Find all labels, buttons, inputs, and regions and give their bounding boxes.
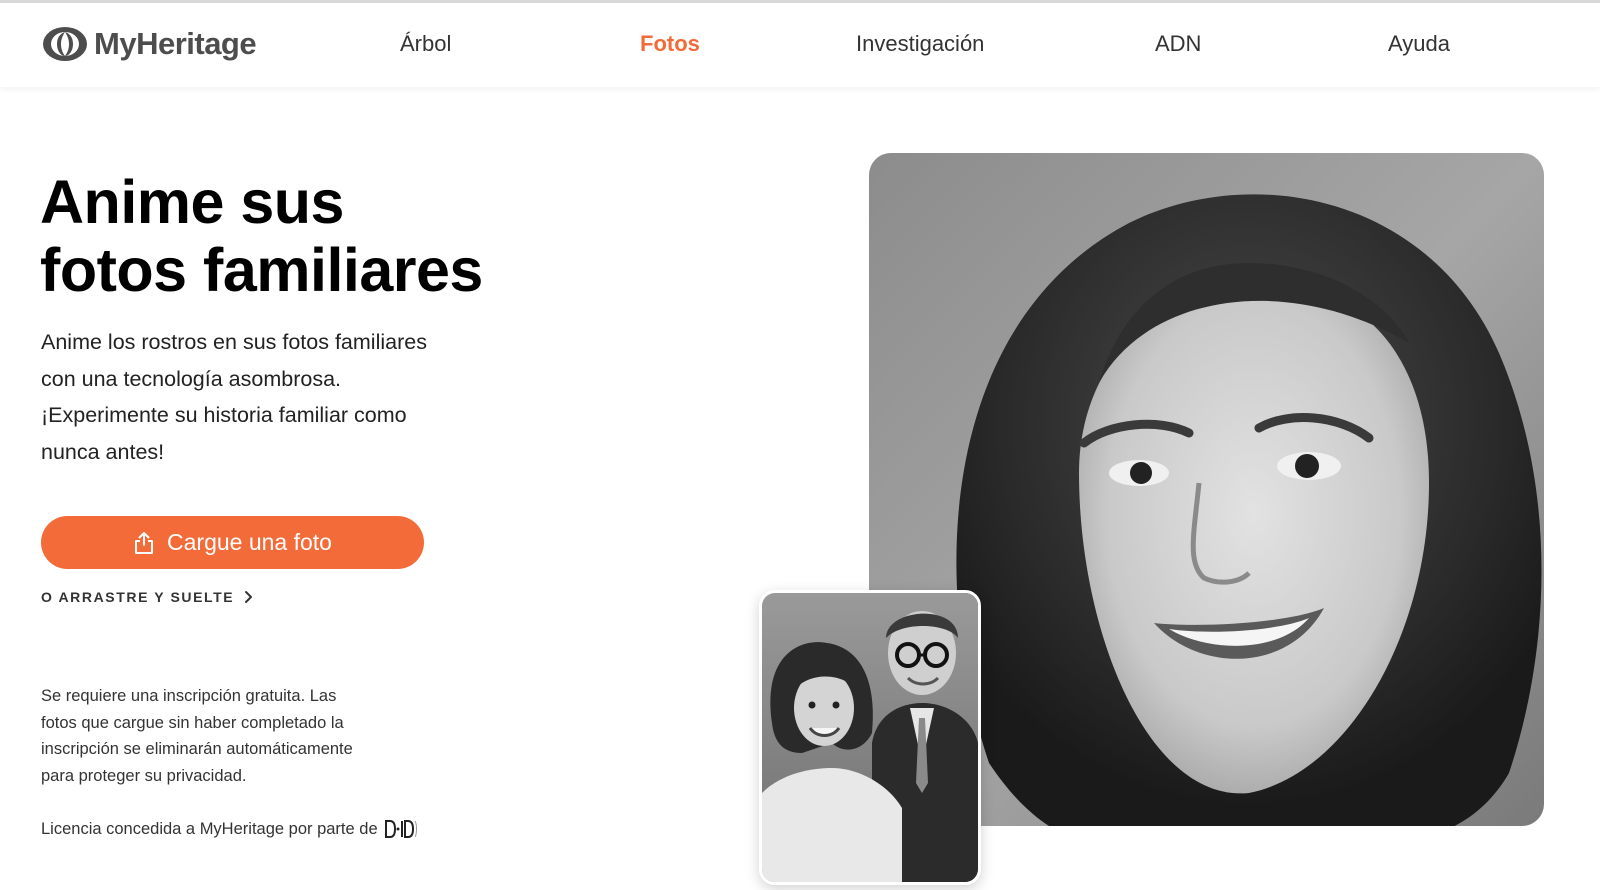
license-notice: Licencia concedida a MyHeritage por part… bbox=[41, 818, 418, 840]
myheritage-logo[interactable]: MyHeritage bbox=[40, 25, 257, 63]
disclaimer-line-1: Se requiere una inscripción gratuita. La… bbox=[41, 687, 337, 705]
disclaimer-line-3: inscripción se eliminarán automáticament… bbox=[41, 740, 353, 758]
site-header: MyHeritage Árbol Fotos Investigación ADN… bbox=[0, 3, 1600, 87]
upload-photo-button-label: Cargue una foto bbox=[167, 529, 332, 555]
hero-description-line-1: Anime los rostros en sus fotos familiare… bbox=[41, 330, 427, 354]
d-id-logo bbox=[384, 820, 417, 838]
page-title: Anime sus fotos familiares bbox=[40, 168, 600, 304]
license-text: Licencia concedida a MyHeritage por part… bbox=[41, 819, 378, 838]
hero-description: Anime los rostros en sus fotos familiare… bbox=[41, 324, 511, 470]
disclaimer-line-4: para proteger su privacidad. bbox=[41, 766, 247, 785]
nav-item-ayuda[interactable]: Ayuda bbox=[1388, 31, 1450, 57]
drag-and-drop-link[interactable]: O ARRASTRE Y SUELTE bbox=[41, 589, 253, 605]
myheritage-logo-icon bbox=[43, 27, 87, 61]
page-title-line-1: Anime sus bbox=[40, 168, 345, 236]
upload-photo-button[interactable]: Cargue una foto bbox=[41, 516, 424, 569]
couple-portrait-image bbox=[762, 593, 978, 882]
hero-description-line-2: con una tecnología asombrosa. bbox=[41, 366, 342, 391]
nav-item-fotos[interactable]: Fotos bbox=[640, 31, 700, 57]
brand-name: MyHeritage bbox=[94, 26, 257, 61]
nav-item-investigacion[interactable]: Investigación bbox=[856, 31, 984, 57]
hero-description-line-3: ¡Experimente su historia familiar como bbox=[41, 403, 407, 427]
drag-and-drop-label: O ARRASTRE Y SUELTE bbox=[41, 589, 235, 605]
page-title-line-2: fotos familiares bbox=[40, 236, 483, 304]
hero-description-line-4: nunca antes! bbox=[41, 439, 165, 464]
registration-disclaimer: Se requiere una inscripción gratuita. La… bbox=[41, 683, 401, 789]
nav-item-arbol[interactable]: Árbol bbox=[400, 31, 451, 57]
disclaimer-line-2: fotos que cargue sin haber completado la bbox=[41, 713, 344, 732]
chevron-right-icon bbox=[245, 591, 253, 603]
upload-icon bbox=[135, 531, 154, 554]
nav-item-adn[interactable]: ADN bbox=[1155, 31, 1201, 57]
couple-portrait-photo bbox=[759, 590, 981, 885]
